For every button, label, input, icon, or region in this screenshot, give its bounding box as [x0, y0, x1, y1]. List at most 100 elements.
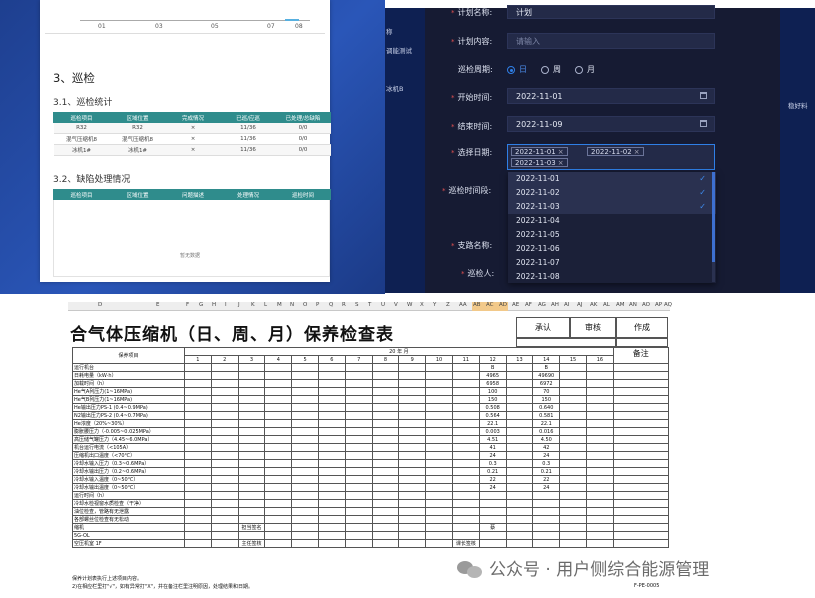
label-text: 选择日期:	[457, 148, 493, 157]
column-letter[interactable]: AD	[499, 302, 507, 308]
table-cell	[237, 531, 266, 540]
column-letter[interactable]: AJ	[577, 302, 582, 308]
table-cell	[585, 427, 614, 436]
close-icon[interactable]: ×	[634, 148, 640, 156]
column-letter[interactable]: AH	[551, 302, 559, 308]
column-letter[interactable]: E	[156, 302, 159, 308]
date-option[interactable]: 2022-11-05	[508, 228, 716, 242]
date-option[interactable]: 2022-11-01 ✓	[508, 172, 716, 186]
footer-note: 保养计划表执行上述项目内容。	[72, 576, 143, 582]
column-letter[interactable]: AO	[642, 302, 650, 308]
column-letter[interactable]: AE	[512, 302, 519, 308]
date-tag[interactable]: 2022-11-01 ×	[511, 147, 568, 156]
date-tag[interactable]: 2022-11-02 ×	[587, 147, 644, 156]
table-row: 缩机 担当签名 蔡	[72, 523, 669, 532]
table-cell	[451, 443, 480, 452]
row-label: He输出压力PS-1 (0.4~0.9MPa)	[72, 403, 185, 412]
cycle-radio-month[interactable]: 月	[575, 64, 595, 75]
column-letter[interactable]: U	[381, 302, 385, 308]
table-cell: 49690	[532, 371, 561, 380]
date-multiselect[interactable]: 2022-11-01 × 2022-11-02 × 2022-11-03 ×	[507, 144, 715, 170]
row-label: He气B列压力(1~16MPa)	[72, 395, 185, 404]
date-option[interactable]: 2022-11-02 ✓	[508, 186, 716, 200]
column-letter[interactable]: AF	[525, 302, 532, 308]
table-cell	[559, 395, 587, 404]
end-time-input[interactable]: 2022-11-09	[507, 116, 715, 132]
column-letter[interactable]: L	[264, 302, 267, 308]
column-letter[interactable]: W	[407, 302, 412, 308]
calendar-icon[interactable]	[700, 120, 707, 127]
date-tag[interactable]: 2022-11-03 ×	[511, 158, 568, 167]
table-cell	[425, 427, 453, 436]
close-icon[interactable]: ×	[558, 148, 564, 156]
column-letter[interactable]: AQ	[664, 302, 672, 308]
remark-cell	[612, 491, 669, 500]
close-icon[interactable]: ×	[558, 159, 564, 167]
column-letter[interactable]: V	[394, 302, 398, 308]
table-cell	[184, 435, 212, 444]
cycle-radio-day[interactable]: 日	[507, 64, 527, 75]
column-letter[interactable]: AP	[655, 302, 662, 308]
column-letter[interactable]: Y	[433, 302, 436, 308]
table-cell	[344, 419, 373, 428]
column-letter[interactable]: S	[355, 302, 359, 308]
table-cell	[425, 459, 453, 468]
column-letter[interactable]: H	[212, 302, 216, 308]
column-letter[interactable]: K	[251, 302, 255, 308]
date-option[interactable]: 2022-11-04	[508, 214, 716, 228]
column-letter[interactable]: Q	[329, 302, 333, 308]
column-letter[interactable]: N	[290, 302, 294, 308]
column-letter[interactable]: I	[225, 302, 227, 308]
column-letter[interactable]: X	[420, 302, 424, 308]
table-cell	[559, 451, 587, 460]
column-letter[interactable]: AK	[590, 302, 597, 308]
table-cell	[237, 507, 266, 516]
table-cell	[559, 459, 587, 468]
column-letter[interactable]: F	[186, 302, 189, 308]
table-cell: 0.508	[478, 403, 507, 412]
table-cell	[371, 483, 400, 492]
date-option[interactable]: 2022-11-06	[508, 242, 716, 256]
cycle-label: 巡检周期:	[458, 65, 493, 74]
column-letter[interactable]: D	[98, 302, 102, 308]
table-cell	[291, 523, 319, 532]
inspector-label: * 巡检人:	[461, 269, 495, 278]
date-option[interactable]: 2022-11-08	[508, 270, 716, 283]
start-time-input[interactable]: 2022-11-01	[507, 88, 715, 104]
table-cell	[585, 443, 614, 452]
table-cell	[317, 459, 346, 468]
table-cell	[291, 499, 319, 508]
column-letter[interactable]: AG	[538, 302, 546, 308]
column-letter[interactable]: P	[316, 302, 319, 308]
column-letter[interactable]: T	[368, 302, 371, 308]
column-letter[interactable]: AL	[603, 302, 610, 308]
label-text: 计划名称:	[457, 8, 493, 17]
table-cell	[344, 451, 373, 460]
column-letter[interactable]: G	[199, 302, 203, 308]
plan-name-input[interactable]: 计划	[507, 5, 715, 19]
cycle-radio-week[interactable]: 周	[541, 64, 561, 75]
table-cell	[505, 419, 534, 428]
column-letter[interactable]: AM	[616, 302, 625, 308]
dropdown-scrollbar-thumb[interactable]	[712, 172, 715, 262]
table-cell	[425, 475, 453, 484]
table-cell	[559, 371, 587, 380]
table-cell	[478, 491, 507, 500]
column-letter[interactable]: AI	[564, 302, 569, 308]
column-letter[interactable]: J	[238, 302, 240, 308]
table-cell	[585, 387, 614, 396]
table-cell	[210, 491, 239, 500]
defects-empty-area	[53, 200, 330, 277]
calendar-icon[interactable]	[700, 92, 707, 99]
column-letter[interactable]: AC	[486, 302, 494, 308]
column-letter[interactable]: AA	[459, 302, 467, 308]
column-letter[interactable]: O	[303, 302, 307, 308]
column-letter[interactable]: R	[342, 302, 346, 308]
column-letter[interactable]: M	[277, 302, 282, 308]
column-letter[interactable]: AB	[473, 302, 481, 308]
date-option[interactable]: 2022-11-03 ✓	[508, 200, 716, 214]
column-letter[interactable]: Z	[446, 302, 450, 308]
plan-content-input[interactable]: 请输入	[507, 33, 715, 49]
column-letter[interactable]: AN	[629, 302, 637, 308]
date-option[interactable]: 2022-11-07	[508, 256, 716, 270]
